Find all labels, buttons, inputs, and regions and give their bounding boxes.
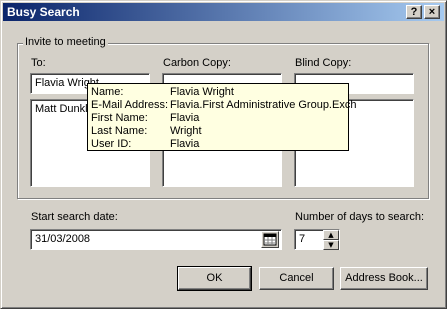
days-label: Number of days to search: bbox=[295, 211, 425, 223]
tooltip-value: Flavia Wright bbox=[170, 86, 234, 98]
days-value: 7 bbox=[299, 233, 306, 245]
tooltip-value: Flavia.First Administrative Group.Exch bbox=[170, 99, 357, 111]
to-label: To: bbox=[31, 57, 46, 69]
spin-down-button[interactable]: ▼ bbox=[323, 240, 339, 250]
ok-button[interactable]: OK bbox=[177, 266, 252, 291]
cancel-button[interactable]: Cancel bbox=[259, 267, 334, 290]
calendar-glyph-icon bbox=[263, 233, 277, 246]
start-date-label: Start search date: bbox=[31, 211, 118, 223]
calendar-icon[interactable] bbox=[261, 231, 279, 248]
window-title: Busy Search bbox=[7, 5, 80, 19]
close-button[interactable]: × bbox=[424, 5, 440, 19]
tooltip-key: Last Name: bbox=[91, 125, 148, 137]
title-bar[interactable]: Busy Search ? × bbox=[3, 3, 444, 21]
start-date-input[interactable]: 31/03/2008 bbox=[30, 229, 282, 250]
tooltip-value: Wright bbox=[170, 125, 202, 137]
tooltip-key: Name: bbox=[91, 86, 124, 98]
contact-tooltip: Name: Flavia Wright E-Mail Address: Flav… bbox=[87, 83, 356, 151]
tooltip-value: Flavia bbox=[170, 112, 200, 124]
tooltip-key: User ID: bbox=[91, 138, 132, 150]
start-date-value: 31/03/2008 bbox=[35, 233, 91, 245]
tooltip-key: E-Mail Address: bbox=[91, 99, 169, 111]
tooltip-key: First Name: bbox=[91, 112, 148, 124]
bcc-label: Blind Copy: bbox=[295, 57, 352, 69]
group-legend: Invite to meeting bbox=[23, 36, 108, 48]
busy-search-dialog: Busy Search ? × Invite to meeting To: Fl… bbox=[0, 0, 447, 309]
address-book-button[interactable]: Address Book... bbox=[340, 267, 428, 290]
spin-up-button[interactable]: ▲ bbox=[323, 230, 339, 240]
cc-label: Carbon Copy: bbox=[163, 57, 231, 69]
tooltip-value: Flavia bbox=[170, 138, 200, 150]
help-button[interactable]: ? bbox=[406, 5, 422, 19]
